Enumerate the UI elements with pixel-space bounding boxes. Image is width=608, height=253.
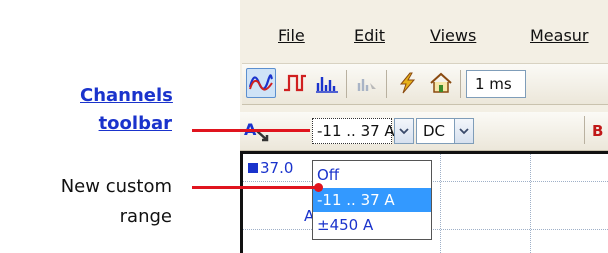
menu-bar: File Edit Views Measur — [240, 14, 608, 56]
main-toolbar: 1 ms — [242, 63, 608, 105]
range-select[interactable]: -11 .. 37 A — [312, 118, 395, 144]
pulse-icon — [284, 74, 306, 92]
channel-b-label[interactable]: B — [592, 122, 603, 140]
menu-measurements-label: Measur — [530, 26, 589, 45]
channels-toolbar-callout-line — [192, 129, 310, 132]
timebase-select[interactable]: 1 ms — [466, 70, 526, 98]
scope-top-border — [240, 151, 608, 154]
menu-views-label: Views — [430, 26, 477, 45]
custom-range-annotation-line2: range — [119, 206, 172, 227]
channel-a-color-swatch — [248, 163, 258, 173]
toolbar-separator — [386, 70, 387, 98]
custom-range-annotation: New custom range — [28, 172, 172, 232]
toolbar-separator — [460, 70, 461, 98]
scope-wave-icon — [249, 74, 273, 91]
custom-range-annotation-line1: New custom — [60, 176, 172, 197]
axis-top-value: 37.0 — [260, 159, 294, 177]
menu-edit[interactable]: Edit — [354, 26, 385, 45]
range-dropdown-list: Off -11 .. 37 A ±450 A — [312, 160, 432, 240]
range-option-off[interactable]: Off — [313, 163, 431, 187]
home-icon — [430, 72, 452, 93]
menu-views[interactable]: Views — [430, 26, 476, 45]
home-button[interactable] — [426, 68, 456, 98]
channels-toolbar-annotation-line1: Channels — [80, 85, 173, 106]
toolbar-separator — [346, 70, 347, 98]
menu-edit-label: Edit — [354, 26, 385, 45]
spectrum-mode-button[interactable] — [312, 68, 342, 98]
trigger-button[interactable] — [392, 68, 422, 98]
menu-measurements[interactable]: Measur — [530, 26, 589, 45]
range-option-custom[interactable]: -11 .. 37 A — [313, 188, 431, 212]
menu-file-label: File — [278, 26, 305, 45]
lightning-icon — [399, 72, 416, 94]
coupling-dropdown-button[interactable] — [454, 118, 474, 144]
channels-toolbar-annotation-line2: toolbar — [98, 113, 172, 134]
mso-mode-button[interactable] — [352, 68, 382, 98]
scope-left-border — [240, 151, 243, 253]
custom-range-callout-line — [192, 186, 320, 189]
custom-range-callout-dot — [314, 183, 323, 192]
channels-toolbar-annotation[interactable]: Channels toolbar — [80, 82, 173, 138]
grid-line — [440, 154, 441, 253]
range-option-450a[interactable]: ±450 A — [313, 213, 431, 237]
disabled-bars-icon — [357, 79, 376, 91]
chevron-down-icon — [399, 128, 409, 135]
scope-mode-button[interactable] — [246, 68, 276, 98]
chevron-down-icon — [459, 128, 469, 135]
spectrum-bars-icon — [316, 77, 338, 93]
toolbar-separator — [584, 116, 585, 144]
persistence-mode-button[interactable] — [280, 68, 310, 98]
menu-file[interactable]: File — [278, 26, 305, 45]
range-dropdown-button[interactable] — [394, 118, 414, 144]
grid-line — [530, 154, 531, 253]
